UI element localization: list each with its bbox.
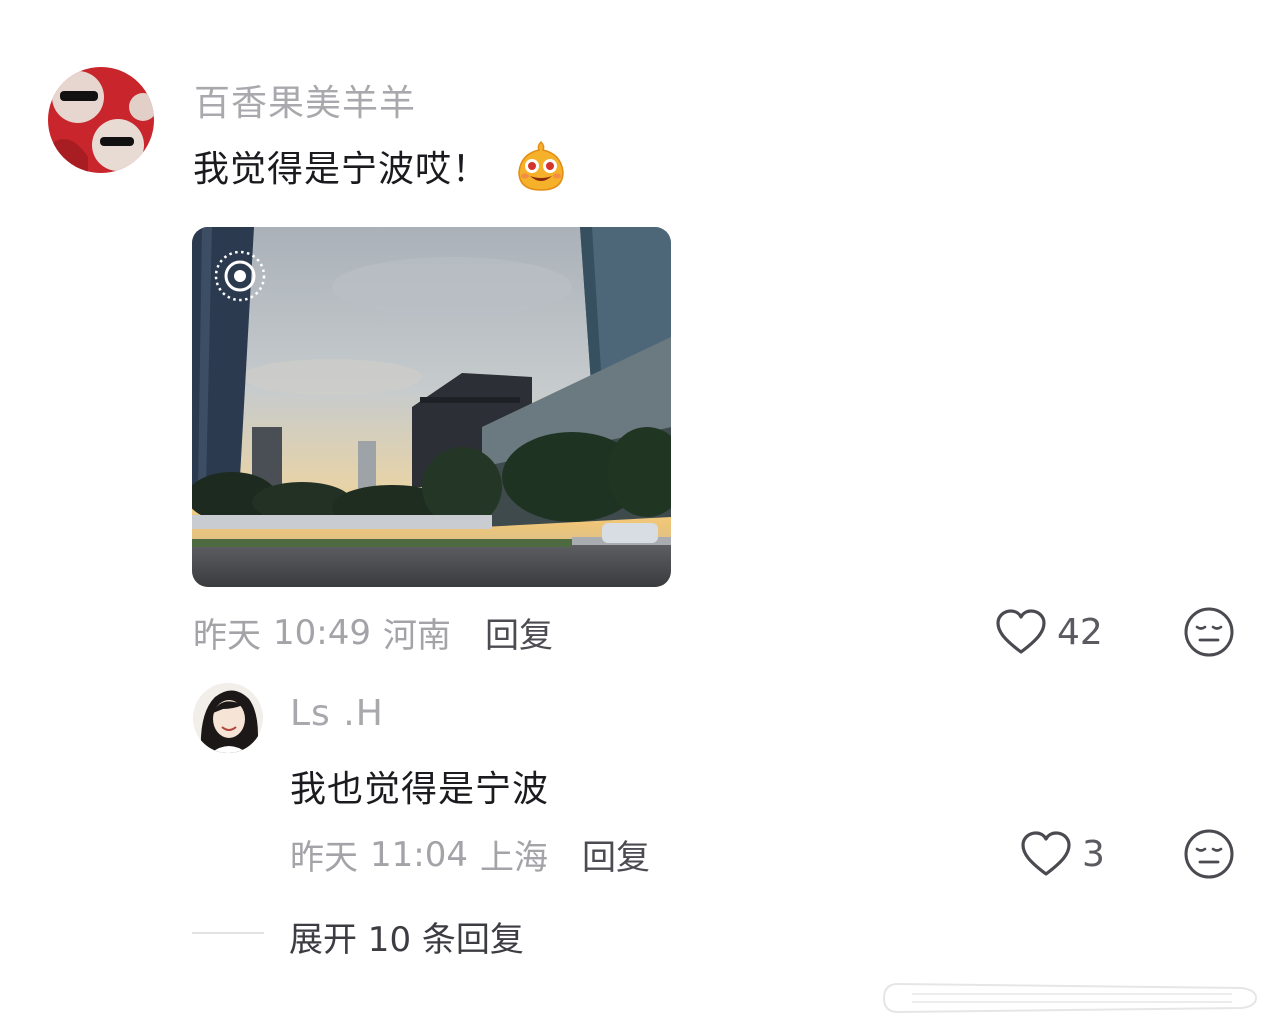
comment-text: 我觉得是宁波哎！ — [193, 149, 490, 190]
comment-date: 昨天 — [193, 616, 261, 656]
comment-time: 10:49 — [273, 612, 371, 653]
watermark-decoration — [872, 978, 1276, 1018]
like-button[interactable]: 42 — [995, 608, 1103, 656]
reply-meta: 昨天 11:04 上海 回复 — [290, 830, 650, 879]
commenter-username[interactable]: 百香果美羊羊 — [194, 74, 416, 126]
heart-outline-icon — [1020, 830, 1072, 878]
heart-outline-icon — [995, 608, 1047, 656]
reply-time: 11:04 — [370, 834, 468, 875]
reply-location: 上海 — [479, 838, 548, 878]
reply-date: 昨天 — [290, 838, 358, 878]
reply-like-count: 3 — [1082, 833, 1105, 875]
happy-face-emoji — [515, 140, 567, 192]
comment-location: 河南 — [382, 616, 451, 656]
like-count: 42 — [1057, 611, 1103, 653]
comment-body: 我觉得是宁波哎！ — [193, 140, 567, 192]
reply-like-button[interactable]: 3 — [1020, 830, 1105, 878]
expand-replies-button[interactable]: 展开 10 条回复 — [289, 912, 524, 961]
reply-button[interactable]: 回复 — [485, 608, 553, 657]
replier-avatar[interactable] — [193, 683, 263, 753]
neutral-face-icon[interactable] — [1183, 606, 1235, 658]
commenter-avatar[interactable] — [48, 67, 154, 173]
neutral-face-icon[interactable] — [1183, 828, 1235, 880]
comment-photo[interactable] — [192, 227, 671, 587]
expand-divider — [192, 932, 264, 934]
reply-reply-button[interactable]: 回复 — [582, 830, 650, 879]
replier-username[interactable]: Ls .H — [290, 693, 384, 734]
comment-meta: 昨天 10:49 河南 回复 — [193, 608, 553, 657]
reply-text: 我也觉得是宁波 — [290, 769, 550, 810]
